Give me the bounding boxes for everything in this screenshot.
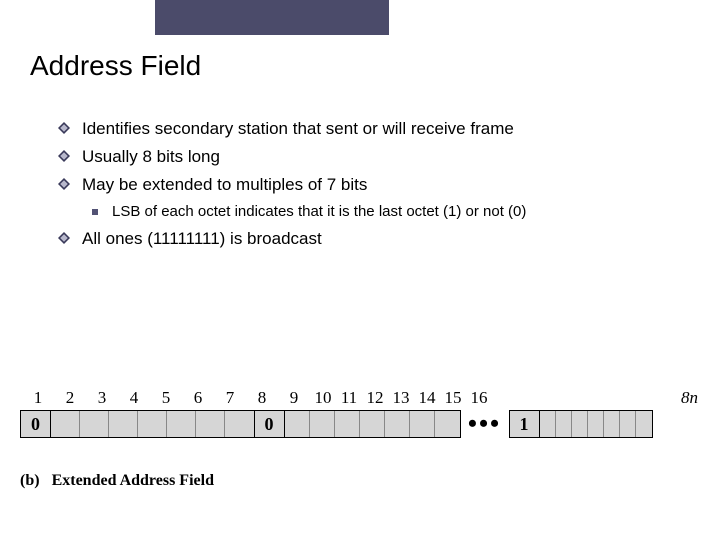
ellipsis-icon: •••: [461, 410, 509, 438]
figure-caption: (b) Extended Address Field: [20, 472, 214, 490]
bit-cells: [540, 411, 652, 437]
bit-number: 14: [414, 388, 440, 408]
bullet-text: May be extended to multiples of 7 bits: [82, 174, 367, 197]
bit-number: 8: [246, 388, 278, 408]
bit-cells: [51, 411, 254, 437]
bit-cell: [636, 411, 652, 437]
bit-cells: [285, 411, 460, 437]
bit-cell: [225, 411, 254, 437]
bit-cell: [196, 411, 225, 437]
bit-cell: [80, 411, 109, 437]
bit-number-end: 8n: [681, 388, 702, 408]
octet-2: 0: [254, 410, 461, 438]
bullet-text: Usually 8 bits long: [82, 146, 220, 169]
diamond-bullet-icon: [58, 150, 70, 162]
bullet-text: Identifies secondary station that sent o…: [82, 118, 514, 141]
bit-number: 9: [278, 388, 310, 408]
bit-number: 3: [86, 388, 118, 408]
octet-boxes-row: 0 0 ••• 1: [20, 410, 702, 438]
bit-cell: [620, 411, 636, 437]
bit-number: 6: [182, 388, 214, 408]
bit-cell: [360, 411, 385, 437]
bit-number: 15: [440, 388, 466, 408]
caption-prefix: (b): [20, 472, 40, 489]
bit-cell: [138, 411, 167, 437]
bit-cell: [410, 411, 435, 437]
bit-cell: [310, 411, 335, 437]
bit-cell: [335, 411, 360, 437]
bit-cell: [109, 411, 138, 437]
lsb-cell: 0: [21, 411, 51, 437]
bit-cell: [556, 411, 572, 437]
caption-text: Extended Address Field: [52, 472, 214, 489]
bit-cell: [51, 411, 80, 437]
bit-number: 12: [362, 388, 388, 408]
bit-cell: [435, 411, 460, 437]
diamond-bullet-icon: [58, 178, 70, 190]
header-accent-bar: [155, 0, 389, 35]
diamond-bullet-icon: [58, 122, 70, 134]
bullet-text: All ones (11111111) is broadcast: [82, 228, 322, 251]
diamond-bullet-icon: [58, 232, 70, 244]
bit-cell: [540, 411, 556, 437]
bit-number: 7: [214, 388, 246, 408]
sub-bullet-item: LSB of each octet indicates that it is t…: [92, 202, 690, 222]
bit-cell: [167, 411, 196, 437]
content-area: Identifies secondary station that sent o…: [58, 118, 690, 256]
octet-1: 0: [20, 410, 255, 438]
bullet-item: May be extended to multiples of 7 bits: [58, 174, 690, 197]
bit-number: 2: [54, 388, 86, 408]
octet-last: 1: [509, 410, 653, 438]
bit-number: 16: [466, 388, 492, 408]
lsb-cell: 0: [255, 411, 285, 437]
bit-number-row: 1 2 3 4 5 6 7 8 9 10 11 12 13 14 15 16 8…: [22, 388, 702, 408]
bit-number: 13: [388, 388, 414, 408]
slide-title: Address Field: [30, 50, 201, 82]
lsb-cell: 1: [510, 411, 540, 437]
bit-cell: [588, 411, 604, 437]
bit-cell: [572, 411, 588, 437]
address-diagram: 1 2 3 4 5 6 7 8 9 10 11 12 13 14 15 16 8…: [20, 388, 702, 438]
bit-cell: [385, 411, 410, 437]
sub-bullet-text: LSB of each octet indicates that it is t…: [112, 202, 526, 222]
bit-number: 11: [336, 388, 362, 408]
bit-number: 10: [310, 388, 336, 408]
bit-cell: [285, 411, 310, 437]
bullet-item: Identifies secondary station that sent o…: [58, 118, 690, 141]
bit-number: 4: [118, 388, 150, 408]
square-bullet-icon: [92, 209, 98, 215]
bit-number: 1: [22, 388, 54, 408]
bit-cell: [604, 411, 620, 437]
bullet-item: All ones (11111111) is broadcast: [58, 228, 690, 251]
bullet-item: Usually 8 bits long: [58, 146, 690, 169]
bit-number: 5: [150, 388, 182, 408]
